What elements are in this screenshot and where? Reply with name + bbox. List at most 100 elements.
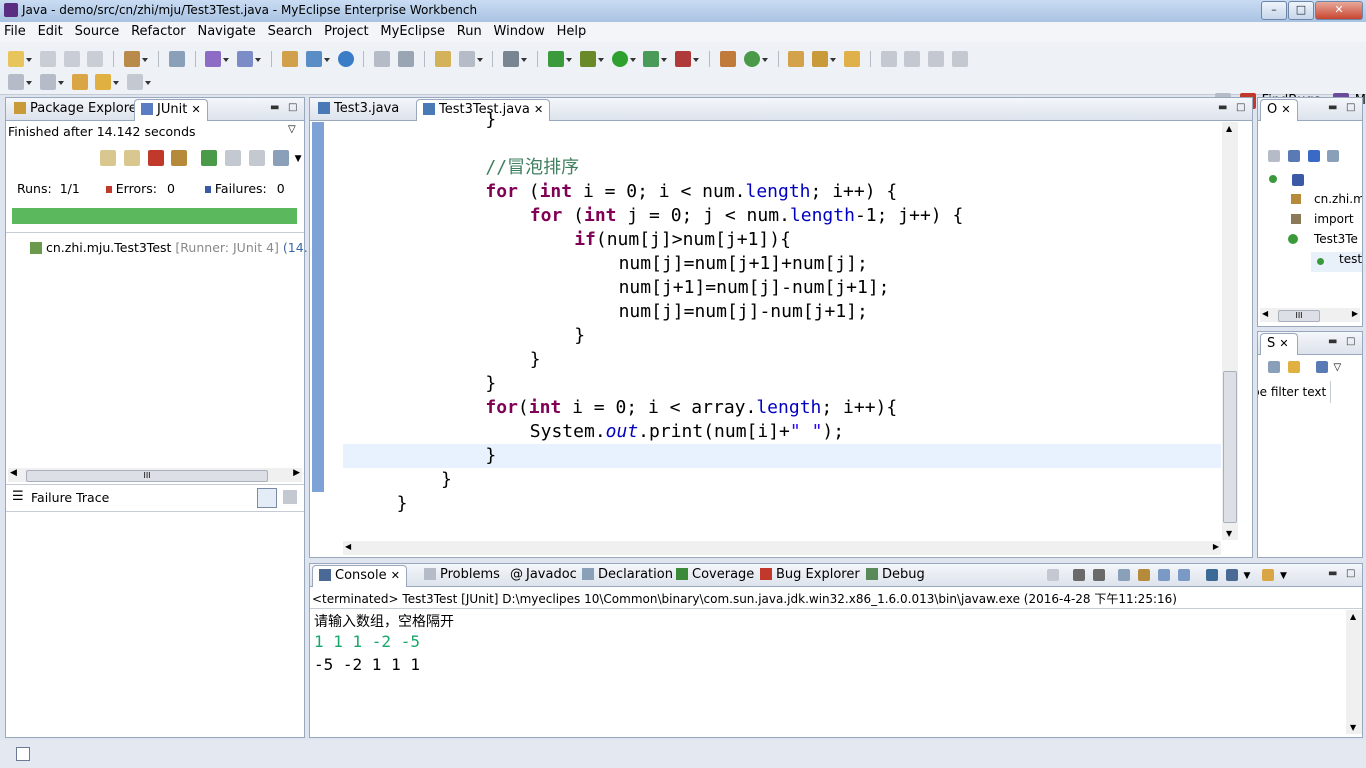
- report-icon[interactable]: [458, 51, 475, 67]
- maximize-icon[interactable]: □: [1346, 336, 1355, 347]
- outline-hscroll[interactable]: ◀ III ▶: [1260, 308, 1360, 322]
- scroll-right-arrow[interactable]: ▶: [1352, 309, 1358, 318]
- scroll-right-arrow[interactable]: ▶: [1213, 542, 1219, 551]
- code-line[interactable]: }: [397, 492, 408, 516]
- debug-icon[interactable]: [579, 51, 596, 67]
- code-line[interactable]: num[j+1]=num[j]-num[j+1];: [619, 276, 890, 300]
- maximize-icon[interactable]: □: [288, 102, 297, 113]
- next-annotation-icon[interactable]: [8, 74, 24, 90]
- minimize-icon[interactable]: ▬: [270, 102, 279, 113]
- open-console-dropdown-icon[interactable]: ▼: [1280, 571, 1287, 581]
- scroll-lock-icon[interactable]: [1138, 569, 1151, 581]
- new-class-icon[interactable]: [743, 51, 760, 67]
- outline-item-class[interactable]: Test3Te: [1258, 232, 1362, 252]
- menu-project[interactable]: Project: [320, 22, 372, 39]
- open-console-icon[interactable]: [1262, 569, 1275, 581]
- open-type-icon[interactable]: [168, 51, 185, 67]
- open-folder-icon[interactable]: [843, 51, 860, 67]
- junit-hscroll[interactable]: ◀ III ▶: [8, 468, 302, 482]
- sort-icon[interactable]: [1287, 150, 1300, 162]
- minimize-icon[interactable]: ▬: [1328, 568, 1337, 579]
- code-line[interactable]: }: [485, 372, 496, 396]
- maximize-icon[interactable]: □: [1346, 568, 1355, 579]
- external-tools-icon[interactable]: [675, 51, 692, 67]
- show-stdout-icon[interactable]: [1158, 569, 1171, 581]
- stop-icon[interactable]: [248, 150, 265, 166]
- save-icon[interactable]: [39, 51, 56, 67]
- terminate-icon[interactable]: [1047, 569, 1059, 581]
- outline-item-method[interactable]: test: [1311, 252, 1362, 272]
- new-icon[interactable]: [8, 51, 24, 67]
- menu-run[interactable]: Run: [453, 22, 486, 39]
- server-icon[interactable]: [124, 51, 141, 67]
- scroll-left-arrow[interactable]: ◀: [1262, 309, 1268, 318]
- tab-package-explorer[interactable]: Package Explorer: [8, 99, 148, 119]
- remove-launch-icon[interactable]: [1072, 569, 1085, 581]
- tab-bug-explorer[interactable]: Bug Explorer: [754, 565, 866, 585]
- tab-declaration[interactable]: Declaration: [576, 565, 679, 585]
- back-icon[interactable]: [95, 74, 112, 90]
- menu-file[interactable]: File: [0, 22, 30, 39]
- code-line[interactable]: for (int j = 0; j < num.length-1; j++) {: [530, 204, 964, 228]
- deploy-icon[interactable]: [281, 51, 298, 67]
- annotation-icon[interactable]: [880, 51, 897, 67]
- run-icon[interactable]: [611, 51, 628, 67]
- history-icon[interactable]: [272, 150, 289, 166]
- show-whitespace-icon[interactable]: [952, 51, 969, 67]
- new-package-icon[interactable]: [719, 51, 736, 67]
- menu-navigate[interactable]: Navigate: [193, 22, 259, 39]
- tab-test3-java[interactable]: Test3.java: [312, 99, 405, 119]
- maximize-icon[interactable]: □: [1236, 102, 1245, 113]
- scroll-up-arrow[interactable]: ▲: [1350, 612, 1356, 621]
- code-line[interactable]: for (int i = 0; i < num.length; i++) {: [485, 180, 897, 204]
- pen-icon[interactable]: [904, 51, 921, 67]
- show-stderr-icon[interactable]: [1177, 569, 1190, 581]
- open-task-icon[interactable]: [812, 51, 829, 67]
- close-button[interactable]: ✕: [1315, 1, 1363, 20]
- hide-local-types-icon[interactable]: [1291, 174, 1304, 186]
- new-wizard-icon[interactable]: [205, 51, 222, 67]
- outline-hscroll-thumb[interactable]: III: [1278, 310, 1320, 322]
- rerun-icon[interactable]: [201, 150, 218, 166]
- scroll-down-arrow[interactable]: ▼: [1350, 723, 1356, 732]
- code-line[interactable]: }: [441, 468, 452, 492]
- search-wizard-icon[interactable]: [237, 51, 254, 67]
- prev-annotation-icon[interactable]: [39, 74, 56, 90]
- test-tree-item[interactable]: cn.zhi.mju.Test3Test [Runner: JUnit 4] (…: [30, 240, 324, 255]
- profile-icon[interactable]: [547, 51, 564, 67]
- forward-icon[interactable]: [127, 74, 144, 90]
- menu-help[interactable]: Help: [553, 22, 591, 39]
- menu-source[interactable]: Source: [71, 22, 124, 39]
- fast-view-icon[interactable]: [16, 747, 30, 761]
- code-line[interactable]: num[j]=num[j+1]+num[j];: [619, 252, 868, 276]
- minimize-icon[interactable]: ▬: [1328, 336, 1337, 347]
- close-icon[interactable]: ✕: [391, 569, 400, 582]
- minimize-icon[interactable]: ▬: [1218, 102, 1227, 113]
- code-line[interactable]: num[j]=num[j]-num[j+1];: [619, 300, 868, 324]
- close-icon[interactable]: ✕: [1281, 103, 1290, 116]
- save-all-icon[interactable]: [63, 51, 80, 67]
- scroll-lock-icon[interactable]: [171, 150, 188, 166]
- last-edit-icon[interactable]: [71, 74, 88, 90]
- view-menu-icon[interactable]: ▽: [288, 124, 296, 135]
- code-line[interactable]: }: [574, 324, 585, 348]
- collapse-all-icon[interactable]: [1268, 150, 1280, 162]
- tab-junit[interactable]: JUnit ✕: [134, 99, 208, 121]
- filter-trace-icon[interactable]: [257, 488, 277, 508]
- hide-fields-icon[interactable]: [1307, 150, 1320, 162]
- coverage-icon[interactable]: [643, 51, 660, 67]
- maximize-button[interactable]: □: [1288, 1, 1314, 20]
- code-line[interactable]: //冒泡排序: [485, 156, 579, 180]
- next-failure-icon[interactable]: [100, 150, 116, 166]
- display-console-icon[interactable]: [1225, 569, 1238, 581]
- browser-icon[interactable]: [337, 51, 354, 67]
- camera-icon[interactable]: [503, 51, 520, 67]
- menu-edit[interactable]: Edit: [34, 22, 67, 39]
- compare-icon[interactable]: [283, 490, 297, 504]
- run-server-icon[interactable]: [305, 51, 322, 67]
- tab-javadoc[interactable]: @ Javadoc: [504, 565, 583, 585]
- scroll-down-arrow[interactable]: ▼: [1226, 529, 1232, 538]
- cut-icon[interactable]: [374, 51, 391, 67]
- print-icon[interactable]: [87, 51, 104, 67]
- code-line[interactable]: if(num[j]>num[j+1]){: [574, 228, 791, 252]
